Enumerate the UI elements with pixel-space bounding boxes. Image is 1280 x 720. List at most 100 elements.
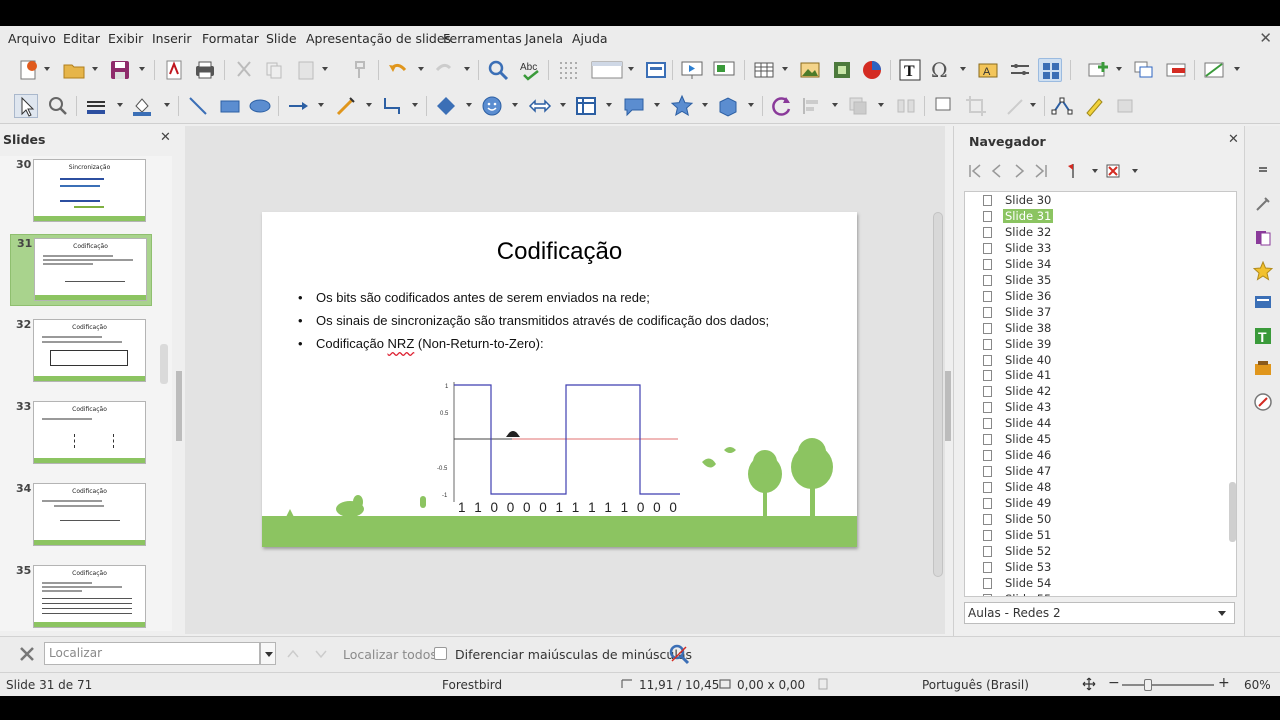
display-views-icon[interactable] — [590, 58, 624, 82]
first-slide-icon[interactable] — [966, 162, 984, 180]
arrange-icon[interactable] — [846, 94, 870, 118]
vertical-scrollbar[interactable] — [933, 212, 943, 577]
navigator-scrollbar[interactable] — [1229, 482, 1236, 542]
cut-icon[interactable] — [232, 58, 256, 82]
slide-thumbnail-32[interactable]: 32 Codificação — [10, 316, 152, 388]
show-shapes-icon[interactable] — [1104, 162, 1122, 180]
textbox-icon[interactable]: T — [898, 58, 922, 82]
slide-thumbnail-list[interactable]: 30 Sincronização 31 Codificação 32 Codif… — [0, 156, 172, 631]
basic-shapes-icon[interactable] — [434, 94, 458, 118]
special-character-icon[interactable]: Ω — [928, 58, 952, 82]
toggle-extrusion-icon[interactable] — [1114, 94, 1138, 118]
menu-arquivo[interactable]: Arquivo — [8, 31, 56, 46]
master-page-name[interactable]: Forestbird — [442, 678, 502, 692]
stars-icon[interactable] — [670, 94, 694, 118]
slide-thumbnail-31[interactable]: 31 Codificação — [10, 234, 152, 306]
menu-slide[interactable]: Slide — [266, 31, 297, 46]
export-pdf-icon[interactable] — [162, 58, 186, 82]
undo-icon[interactable] — [386, 58, 410, 82]
copy-icon[interactable] — [262, 58, 286, 82]
chart-icon[interactable] — [860, 58, 884, 82]
filter-icon[interactable] — [1004, 94, 1028, 118]
crop-icon[interactable] — [964, 94, 988, 118]
slide-layout-icon[interactable] — [1202, 58, 1226, 82]
find-previous-icon[interactable] — [286, 647, 300, 661]
menu-ajuda[interactable]: Ajuda — [572, 31, 608, 46]
match-case-checkbox[interactable] — [434, 647, 447, 660]
transformations-icon[interactable] — [1008, 58, 1032, 82]
rotate-icon[interactable] — [770, 94, 794, 118]
print-icon[interactable] — [193, 58, 217, 82]
sidebar-menu-icon[interactable] — [1253, 160, 1273, 180]
grid-icon[interactable] — [556, 58, 580, 82]
line-color-icon[interactable] — [84, 94, 108, 118]
slide-transition-icon[interactable] — [1253, 228, 1273, 248]
find-all-button[interactable]: Localizar todos — [343, 647, 437, 662]
zoom-slider-track[interactable] — [1122, 684, 1214, 686]
distribute-icon[interactable] — [894, 94, 918, 118]
save-icon[interactable] — [108, 58, 132, 82]
find-input[interactable]: Localizar — [44, 642, 260, 665]
properties-icon[interactable] — [1253, 194, 1273, 214]
callouts-icon[interactable] — [622, 94, 646, 118]
redo-icon[interactable] — [432, 58, 456, 82]
fontwork-icon[interactable]: A — [976, 58, 1000, 82]
right-pane-splitter[interactable] — [945, 371, 951, 441]
duplicate-slide-icon[interactable] — [1132, 58, 1156, 82]
menu-ferramentas[interactable]: Ferramentas — [443, 31, 522, 46]
slide-thumbnail-33[interactable]: 33 Codificação — [10, 398, 152, 470]
document-modified-icon[interactable] — [816, 677, 830, 691]
zoom-in-icon[interactable]: + — [1218, 675, 1230, 691]
line-icon[interactable] — [186, 94, 210, 118]
delete-slide-icon[interactable] — [1164, 58, 1188, 82]
new-slide-icon[interactable] — [1086, 58, 1110, 82]
points-icon[interactable] — [1050, 94, 1074, 118]
styles-icon[interactable]: T — [1253, 326, 1273, 346]
close-document-icon[interactable]: ✕ — [1259, 29, 1272, 47]
slideshow-current-icon[interactable] — [712, 58, 736, 82]
left-pane-splitter[interactable] — [176, 371, 182, 441]
zoom-percentage[interactable]: 60% — [1244, 678, 1271, 692]
menu-exibir[interactable]: Exibir — [108, 31, 143, 46]
flowchart-icon[interactable] — [574, 94, 598, 118]
zoom-slider-knob[interactable] — [1144, 679, 1152, 691]
find-history-dropdown[interactable] — [260, 642, 276, 665]
find-replace-dialog-icon[interactable] — [668, 643, 690, 665]
paste-icon[interactable] — [294, 58, 318, 82]
next-slide-icon[interactable] — [1010, 162, 1028, 180]
master-slide-icon[interactable] — [644, 58, 668, 82]
find-next-icon[interactable] — [314, 647, 328, 661]
start-slideshow-icon[interactable] — [680, 58, 704, 82]
navigator-document-select[interactable]: Aulas - Redes 2 — [964, 602, 1235, 624]
ellipse-icon[interactable] — [248, 94, 272, 118]
extrusion-icon[interactable] — [1038, 58, 1062, 82]
connectors-icon[interactable] — [380, 94, 404, 118]
menu-apresentacao[interactable]: Apresentação de slides — [306, 31, 451, 46]
new-icon[interactable] — [16, 58, 40, 82]
glue-points-icon[interactable] — [1082, 94, 1106, 118]
slide-thumbnail-35[interactable]: 35 Codificação — [10, 562, 152, 631]
zoom-pan-icon[interactable] — [46, 94, 70, 118]
previous-slide-icon[interactable] — [988, 162, 1006, 180]
last-slide-icon[interactable] — [1032, 162, 1050, 180]
gallery-icon[interactable] — [1253, 358, 1273, 378]
language-indicator[interactable]: Português (Brasil) — [922, 678, 1029, 692]
align-icon[interactable] — [800, 94, 824, 118]
fit-slide-icon[interactable] — [1082, 677, 1096, 691]
navigator-icon[interactable] — [1253, 392, 1273, 412]
menu-editar[interactable]: Editar — [63, 31, 100, 46]
drag-mode-icon[interactable] — [1064, 162, 1082, 180]
close-slides-pane-icon[interactable]: ✕ — [160, 130, 171, 145]
fill-color-icon[interactable] — [130, 94, 154, 118]
table-icon[interactable] — [752, 58, 776, 82]
media-icon[interactable] — [830, 58, 854, 82]
slides-scrollbar[interactable] — [160, 344, 168, 384]
block-arrows-icon[interactable] — [528, 94, 552, 118]
rectangle-icon[interactable] — [218, 94, 242, 118]
slide-thumbnail-30[interactable]: 30 Sincronização — [10, 156, 152, 228]
slide-edit-area[interactable]: Codificação • Os bits são codificados ant… — [185, 126, 945, 658]
slide-thumbnail-34[interactable]: 34 Codificação — [10, 480, 152, 552]
symbol-shapes-icon[interactable] — [480, 94, 504, 118]
open-icon[interactable] — [62, 58, 86, 82]
image-icon[interactable] — [798, 58, 822, 82]
